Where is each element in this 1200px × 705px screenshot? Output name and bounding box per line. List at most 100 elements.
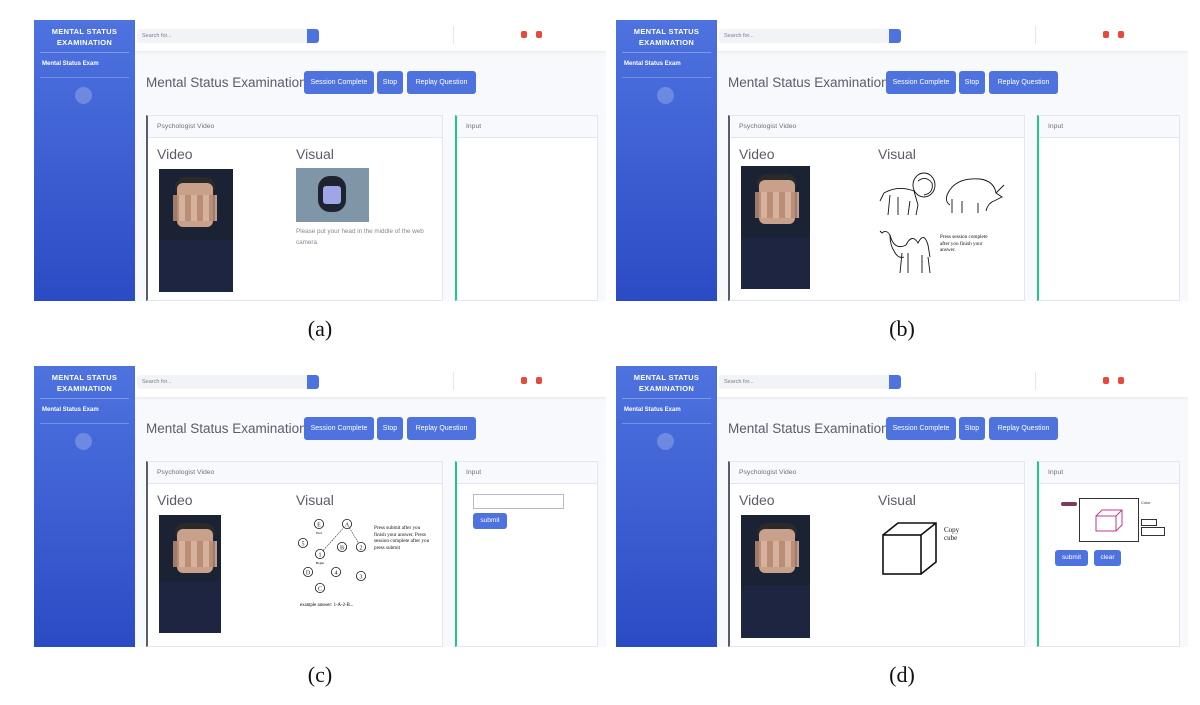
search-input[interactable]: Search for... xyxy=(137,375,307,389)
figure-caption: (d) xyxy=(889,662,915,687)
webcam-video xyxy=(741,515,810,638)
video-person-body xyxy=(159,240,233,292)
stop-button[interactable]: Stop xyxy=(959,417,985,440)
replay-question-button[interactable]: Replay Question xyxy=(989,71,1058,94)
camel-drawing xyxy=(879,230,931,274)
sidebar-toggle-button[interactable] xyxy=(657,87,674,104)
visual-title: Visual xyxy=(296,492,334,508)
user-drawn-cube xyxy=(1095,509,1123,532)
video-face-blur xyxy=(173,195,217,221)
trail-begin-label: Begin xyxy=(316,561,325,565)
video-title: Video xyxy=(157,492,193,508)
topbar-divider xyxy=(453,372,454,390)
sidebar-divider xyxy=(622,52,711,53)
sidebar-toggle-button[interactable] xyxy=(75,87,92,104)
sidebar-item-mental-status-exam[interactable]: Mental Status Exam xyxy=(624,61,681,67)
sidebar-divider xyxy=(622,77,711,78)
search-button[interactable] xyxy=(889,375,901,389)
input-header: Input xyxy=(1039,116,1179,138)
trail-node-2: 2 xyxy=(356,541,367,552)
trail-node-4: 4 xyxy=(331,567,342,578)
input-card: Input xyxy=(455,115,598,301)
sidebar-item-mental-status-exam[interactable]: Mental Status Exam xyxy=(42,61,99,67)
search-input[interactable]: Search for... xyxy=(719,29,889,43)
input-header: Input xyxy=(457,116,597,138)
trail-node-b: B xyxy=(337,541,348,552)
cube-copy-drawing xyxy=(882,522,937,575)
submit-button[interactable]: submit xyxy=(473,513,507,529)
session-complete-button[interactable]: Session Complete xyxy=(304,71,374,94)
search-button[interactable] xyxy=(889,29,901,43)
page-title: Mental Status Examination xyxy=(728,421,889,436)
search-input[interactable]: Search for... xyxy=(137,29,307,43)
sidebar-toggle-button[interactable] xyxy=(75,433,92,450)
alert-icon[interactable] xyxy=(521,377,527,384)
sidebar: MENTAL STATUS EXAMINATION Mental Status E… xyxy=(34,20,135,301)
webcam-preview xyxy=(296,168,369,222)
search-input[interactable]: Search for... xyxy=(719,375,889,389)
input-header: Input xyxy=(1039,462,1179,484)
screenshot-panel: MENTAL STATUS EXAMINATION Mental Status E… xyxy=(616,20,1188,301)
trail-node-label: C xyxy=(318,586,322,592)
figure-caption: (c) xyxy=(307,662,333,687)
eraser-tool-icon[interactable] xyxy=(1141,519,1157,526)
sidebar-divider xyxy=(40,77,129,78)
pen-color-label: Color xyxy=(1141,500,1151,505)
trail-node-c: C xyxy=(314,583,325,594)
search-button[interactable] xyxy=(307,375,319,389)
psychologist-video-card: Psychologist Video Video Visual Please put … xyxy=(146,115,443,301)
session-complete-button[interactable]: Session Complete xyxy=(886,71,956,94)
alert-icon[interactable] xyxy=(1103,377,1109,384)
sidebar-brand[interactable]: MENTAL STATUS EXAMINATION xyxy=(616,26,717,48)
trail-node-a: A xyxy=(342,519,353,529)
clear-button[interactable]: clear xyxy=(1094,550,1121,566)
sidebar-divider xyxy=(622,423,711,424)
sidebar-item-mental-status-exam[interactable]: Mental Status Exam xyxy=(624,407,681,413)
sidebar-divider xyxy=(40,398,129,399)
sidebar-brand[interactable]: MENTAL STATUS EXAMINATION xyxy=(616,372,717,394)
trail-node-d: D xyxy=(303,567,313,578)
message-icon[interactable] xyxy=(1118,377,1124,384)
screenshot-panel: MENTAL STATUS EXAMINATION Mental Status E… xyxy=(34,20,606,301)
message-icon[interactable] xyxy=(536,31,542,38)
session-complete-button[interactable]: Session Complete xyxy=(886,417,956,440)
video-person-body xyxy=(741,237,810,289)
trail-node-label: 5 xyxy=(302,541,305,547)
pen-tool-icon[interactable] xyxy=(1061,502,1077,506)
stop-button[interactable]: Stop xyxy=(377,71,403,94)
shape-tool-icon[interactable] xyxy=(1141,527,1165,536)
answer-input[interactable] xyxy=(473,494,564,509)
input-header: Input xyxy=(457,462,597,484)
visual-title: Visual xyxy=(878,146,916,162)
video-face-blur xyxy=(173,541,217,567)
sidebar-divider xyxy=(40,423,129,424)
page-title: Mental Status Examination xyxy=(728,75,889,90)
session-complete-button[interactable]: Session Complete xyxy=(304,417,374,440)
replay-question-button[interactable]: Replay Question xyxy=(407,417,476,440)
alert-icon[interactable] xyxy=(1103,31,1109,38)
webcam-video xyxy=(159,169,233,292)
replay-question-button[interactable]: Replay Question xyxy=(407,71,476,94)
replay-question-button[interactable]: Replay Question xyxy=(989,417,1058,440)
drawing-canvas[interactable] xyxy=(1079,498,1139,542)
video-person-body xyxy=(741,586,810,638)
lion-drawing xyxy=(879,172,936,216)
trail-node-label: 1 xyxy=(319,552,322,558)
sidebar-brand[interactable]: MENTAL STATUS EXAMINATION xyxy=(34,26,135,48)
stop-button[interactable]: Stop xyxy=(377,417,403,440)
trail-node-label: 4 xyxy=(335,570,338,576)
sidebar-brand[interactable]: MENTAL STATUS EXAMINATION xyxy=(34,372,135,394)
submit-button[interactable]: submit xyxy=(1055,550,1088,566)
message-icon[interactable] xyxy=(536,377,542,384)
trail-node-label: 2 xyxy=(360,545,363,551)
sidebar-item-mental-status-exam[interactable]: Mental Status Exam xyxy=(42,407,99,413)
psychologist-video-card: Psychologist Video Video Visual E A 5 1 B … xyxy=(146,461,443,647)
search-button[interactable] xyxy=(307,29,319,43)
message-icon[interactable] xyxy=(1118,31,1124,38)
visual-title: Visual xyxy=(296,146,334,162)
alert-icon[interactable] xyxy=(521,31,527,38)
webcam-video xyxy=(741,166,810,289)
page-title: Mental Status Examination xyxy=(146,421,307,436)
sidebar-toggle-button[interactable] xyxy=(657,433,674,450)
stop-button[interactable]: Stop xyxy=(959,71,985,94)
